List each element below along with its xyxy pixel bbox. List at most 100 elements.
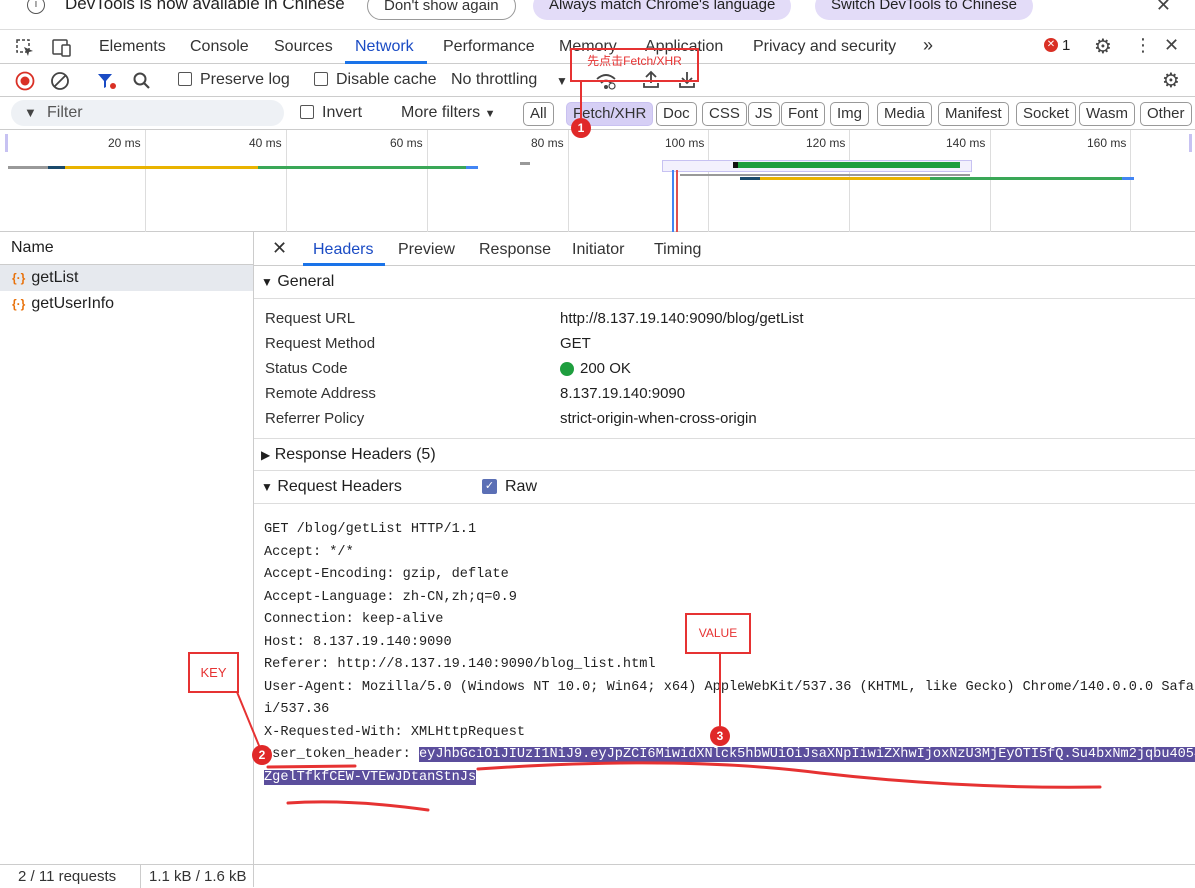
tab-initiator[interactable]: Initiator (572, 241, 624, 259)
type-chip-all[interactable]: All (523, 102, 554, 126)
tab-network[interactable]: Network (355, 38, 414, 56)
dom-content-loaded-marker (672, 170, 674, 232)
tab-console[interactable]: Console (190, 38, 249, 56)
header-key: Remote Address (265, 385, 376, 402)
timing-bar (760, 177, 930, 180)
annotation-step1-text: 先点击Fetch/XHR (587, 54, 682, 68)
network-settings-icon[interactable]: ⚙ (1162, 68, 1180, 93)
error-count[interactable]: 1 (1062, 37, 1070, 54)
raw-checkbox[interactable]: ✓ (482, 479, 497, 494)
checkbox-box[interactable] (300, 105, 314, 119)
timing-bar (930, 177, 1122, 180)
type-chip-font[interactable]: Font (781, 102, 826, 126)
search-icon[interactable] (132, 71, 152, 91)
tab-elements[interactable]: Elements (99, 38, 166, 56)
settings-gear-icon[interactable]: ⚙ (1094, 34, 1112, 59)
more-tabs-icon[interactable]: » (923, 35, 933, 56)
type-chip-manifest[interactable]: Manifest (938, 102, 1009, 126)
clear-icon[interactable] (50, 71, 70, 91)
request-row-getlist[interactable]: {·} getList (0, 265, 253, 291)
grid-line (708, 130, 709, 232)
type-chip-js[interactable]: JS (748, 102, 780, 126)
error-icon[interactable]: ✕ (1044, 38, 1058, 52)
annotation-connector (236, 692, 261, 749)
filter-input[interactable]: ▼ Filter (11, 100, 284, 126)
checkbox-box[interactable] (314, 72, 328, 86)
status-footer: 2 / 11 requests 1.1 kB / 1.6 kB (0, 864, 1195, 888)
timing-bar (8, 166, 48, 169)
filter-funnel-icon: ▼ (24, 105, 37, 120)
throttling-select[interactable]: No throttling (451, 71, 537, 89)
range-handle-right[interactable] (1189, 134, 1192, 152)
transfer-size: 1.1 kB / 1.6 kB (149, 868, 247, 885)
dont-show-again-button[interactable]: Don't show again (367, 0, 516, 20)
close-devtools-icon[interactable]: ✕ (1164, 35, 1179, 56)
timeline-overview[interactable]: 20 ms 40 ms 60 ms 80 ms 100 ms 120 ms 14… (0, 130, 1195, 232)
tab-sources[interactable]: Sources (274, 38, 333, 56)
tab-headers[interactable]: Headers (313, 241, 373, 259)
tab-performance[interactable]: Performance (443, 38, 535, 56)
annotation-badge-3: 3 (710, 726, 730, 746)
timing-bar (466, 166, 478, 169)
type-chip-socket[interactable]: Socket (1016, 102, 1076, 126)
disable-cache-label: Disable cache (336, 71, 437, 88)
tab-privacy-security[interactable]: Privacy and security (753, 38, 896, 56)
tick-label: 80 ms (531, 136, 564, 150)
request-row-getuserinfo[interactable]: {·} getUserInfo (0, 291, 253, 317)
filter-funnel-icon[interactable] (96, 71, 118, 91)
type-chip-doc[interactable]: Doc (656, 102, 697, 126)
close-icon[interactable]: ✕ (1156, 0, 1171, 16)
tab-preview[interactable]: Preview (398, 241, 455, 259)
device-toolbar-icon[interactable] (50, 38, 72, 58)
chevron-down-icon[interactable]: ▼ (556, 74, 568, 88)
request-name: getList (31, 269, 79, 286)
request-list: Name {·} getList {·} getUserInfo (0, 232, 254, 887)
header-value: GET (560, 335, 591, 352)
more-filters-dropdown[interactable]: More filters ▼ (401, 104, 495, 122)
header-key: Status Code (265, 360, 348, 377)
tick-label: 100 ms (665, 136, 705, 150)
divider (140, 865, 141, 888)
raw-line: User-Agent: Mozilla/5.0 (Windows NT 10.0… (264, 679, 1195, 695)
grid-line (568, 130, 569, 232)
tab-response[interactable]: Response (479, 241, 551, 259)
name-column-header[interactable]: Name (0, 232, 253, 265)
close-detail-icon[interactable]: ✕ (272, 238, 287, 259)
timing-bar (738, 162, 960, 168)
header-key: Referrer Policy (265, 410, 365, 427)
switch-chinese-button[interactable]: Switch DevTools to Chinese (815, 0, 1033, 20)
section-title: General (277, 273, 335, 290)
type-chip-css[interactable]: CSS (702, 102, 747, 126)
detail-tabbar: ✕ Headers Preview Response Initiator Tim… (254, 232, 1195, 266)
match-language-button[interactable]: Always match Chrome's language (533, 0, 792, 20)
header-value: strict-origin-when-cross-origin (560, 410, 757, 427)
response-headers-section-header[interactable]: ▶ Response Headers (5) (254, 438, 1195, 471)
grid-line (286, 130, 287, 232)
invert-checkbox[interactable]: Invert (300, 104, 362, 122)
preserve-log-checkbox[interactable]: Preserve log (178, 71, 290, 89)
type-chip-wasm[interactable]: Wasm (1079, 102, 1135, 126)
type-chip-other[interactable]: Other (1140, 102, 1192, 126)
preserve-log-label: Preserve log (200, 71, 290, 88)
collapse-triangle-icon: ▼ (261, 480, 273, 494)
request-headers-section-header[interactable]: ▼ Request Headers ✓ Raw (254, 471, 1195, 504)
annotation-key-box: KEY (188, 652, 239, 693)
tick-label: 120 ms (806, 136, 846, 150)
tab-timing[interactable]: Timing (654, 241, 701, 259)
range-handle-left[interactable] (5, 134, 8, 152)
annotation-connector (719, 654, 721, 726)
raw-request-headers: GET /blog/getList HTTP/1.1 Accept: */* Acc… (264, 519, 1195, 789)
general-section-header[interactable]: ▼ General (254, 266, 1195, 299)
type-chip-media[interactable]: Media (877, 102, 932, 126)
status-dot-icon (560, 362, 574, 376)
grid-line (1130, 130, 1131, 232)
type-chip-img[interactable]: Img (830, 102, 870, 126)
annotation-step1-box: 先点击Fetch/XHR (570, 48, 699, 82)
grid-line (427, 130, 428, 232)
disable-cache-checkbox[interactable]: Disable cache (314, 71, 437, 89)
record-stop-icon[interactable] (15, 71, 35, 91)
more-options-icon[interactable]: ⋮ (1134, 35, 1152, 56)
checkbox-box[interactable] (178, 72, 192, 86)
tick-label: 20 ms (108, 136, 141, 150)
inspect-element-icon[interactable] (15, 38, 35, 58)
